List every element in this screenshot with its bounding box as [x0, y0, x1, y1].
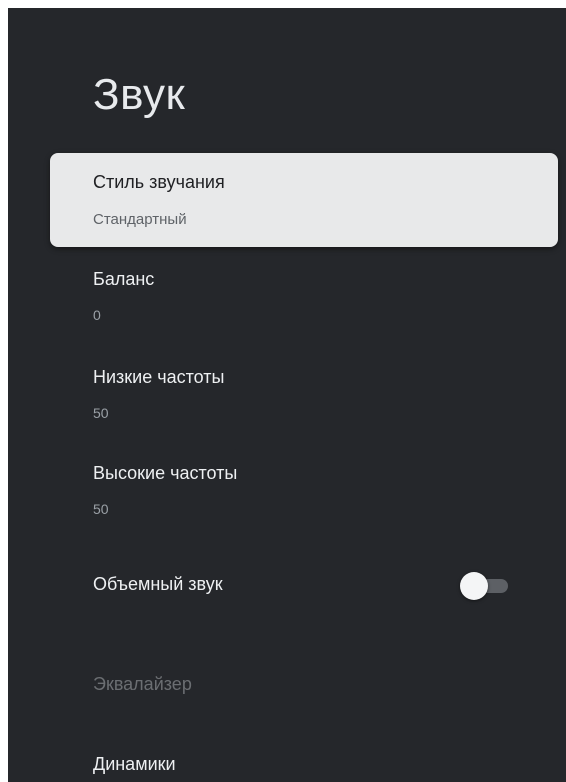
- setting-bass-label: Низкие частоты: [93, 367, 225, 387]
- setting-balance-label: Баланс: [93, 269, 155, 289]
- setting-surround[interactable]: Объемный звук: [50, 560, 558, 616]
- setting-bass-value: 50: [93, 405, 109, 421]
- page-title: Звук: [93, 70, 186, 119]
- setting-balance[interactable]: Баланс 0: [50, 258, 558, 338]
- setting-balance-value: 0: [93, 307, 101, 323]
- setting-speakers[interactable]: Динамики: [50, 742, 558, 782]
- toggle-thumb: [460, 572, 488, 600]
- setting-sound-style-value: Стандартный: [93, 211, 187, 228]
- setting-sound-style-label: Стиль звучания: [93, 172, 225, 192]
- setting-sound-style[interactable]: Стиль звучания Стандартный: [50, 153, 558, 247]
- setting-treble[interactable]: Высокие частоты 50: [50, 452, 558, 532]
- setting-equalizer: Эквалайзер: [50, 660, 558, 716]
- setting-equalizer-label: Эквалайзер: [93, 674, 192, 694]
- setting-surround-label: Объемный звук: [93, 574, 223, 594]
- settings-panel: Звук Стиль звучания Стандартный Баланс 0…: [8, 8, 566, 782]
- setting-bass[interactable]: Низкие частоты 50: [50, 356, 558, 436]
- surround-toggle[interactable]: [460, 572, 508, 600]
- setting-treble-label: Высокие частоты: [93, 463, 238, 483]
- setting-treble-value: 50: [93, 501, 109, 517]
- setting-speakers-label: Динамики: [93, 754, 176, 774]
